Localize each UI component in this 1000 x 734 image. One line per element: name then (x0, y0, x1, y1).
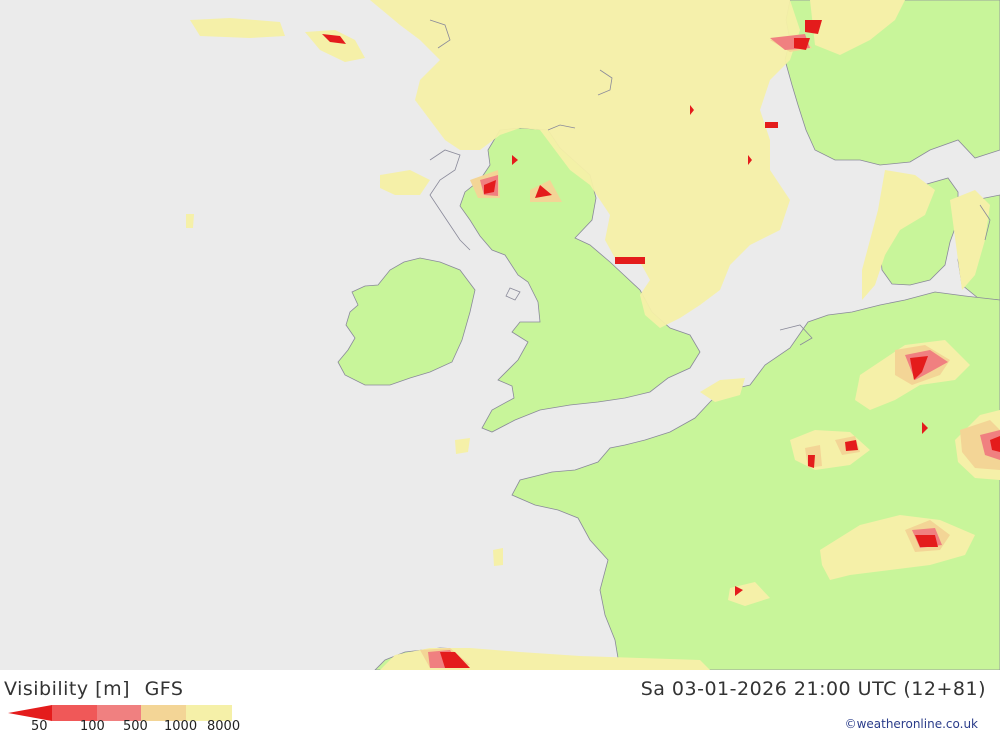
visibility-map (0, 0, 1000, 670)
legend-label-1000: 1000 (164, 719, 198, 734)
legend-label-8000: 8000 (207, 719, 241, 734)
map-title: Visibility [m] GFS (4, 678, 183, 700)
valid-time: Sa 03-01-2026 21:00 UTC (12+81) (640, 678, 986, 700)
title-text: Visibility [m] (4, 678, 131, 700)
legend-label-50: 50 (31, 719, 48, 734)
model-name: GFS (144, 678, 184, 700)
legend-label-100: 100 (80, 719, 105, 734)
credit-link[interactable]: ©weatheronline.co.uk (845, 717, 978, 731)
legend-label-500: 500 (123, 719, 148, 734)
